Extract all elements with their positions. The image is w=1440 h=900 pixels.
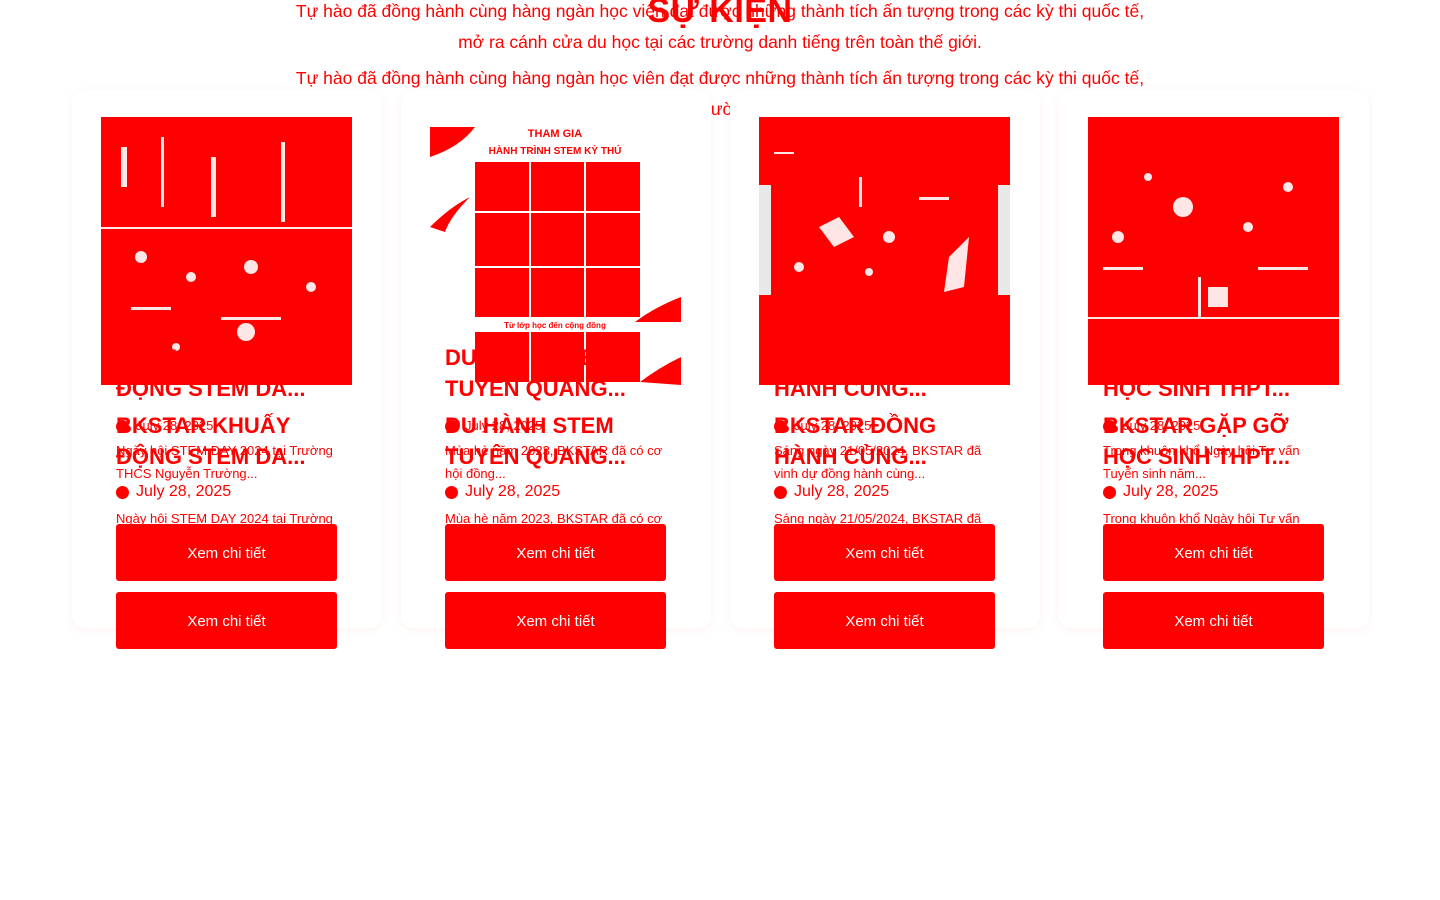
event-description: Trong khuôn khổ Ngày hội Tư vấn Tuyển si… (1103, 511, 1300, 525)
event-title[interactable]: BKSTAR GẶP GỠ HỌC SINH THPT... (1103, 410, 1318, 472)
event-date: July 28, 2025 (116, 482, 231, 502)
event-date-text: July 28, 2025 (465, 483, 561, 500)
event-date-text: July 28, 2025 (136, 483, 232, 500)
event-description: Sáng ngày 21/05/2024, BKSTAR đã vinh dự … (774, 511, 982, 525)
event-title[interactable]: DU HÀNH STEM TUYÊN QUANG... (445, 410, 660, 472)
event-date: July 28, 2025 (1103, 482, 1218, 502)
event-title[interactable]: BKSTAR GẶP GỠ HỌC SINH THPT... (1103, 342, 1318, 404)
view-details-button[interactable]: Xem chi tiết (774, 592, 995, 649)
event-date: July 28, 2025 (445, 482, 560, 502)
event-card-1[interactable]: BKSTAR KHUẤY ĐỘNG STEM DA... July 28, 20… (72, 90, 382, 649)
calendar-dot-icon (445, 485, 458, 499)
event-title[interactable]: DU HÀNH STEM TUYÊN QUANG... (445, 342, 660, 404)
view-details-button[interactable]: Xem chi tiết (774, 524, 995, 581)
calendar-dot-icon (116, 485, 129, 499)
event-date-text: July 28, 2025 (1123, 483, 1219, 500)
view-details-button[interactable]: Xem chi tiết (445, 592, 666, 649)
event-title[interactable]: BKSTAR KHUẤY ĐỘNG STEM DA... (116, 342, 331, 404)
event-title[interactable]: BKSTAR ĐỒNG HÀNH CÙNG... (774, 342, 989, 404)
view-details-button[interactable]: Xem chi tiết (1103, 592, 1324, 649)
section-title: SỰ KIỆN (647, 0, 793, 30)
view-details-button[interactable]: Xem chi tiết (116, 524, 337, 581)
event-date: July 28, 2025 (774, 482, 889, 502)
poster-caption: Từ lớp học đến cộng đồng (504, 321, 606, 330)
event-card-3[interactable]: BKSTAR ĐỒNG HÀNH CÙNG... July 28, 2025 S… (730, 90, 1040, 649)
view-details-button[interactable]: Xem chi tiết (116, 592, 337, 649)
event-title[interactable]: BKSTAR KHUẤY ĐỘNG STEM DA... (116, 410, 331, 472)
event-title[interactable]: BKSTAR ĐỒNG HÀNH CÙNG... (774, 410, 989, 472)
calendar-dot-icon (1103, 485, 1116, 499)
poster-headline: THAM GIA (528, 128, 582, 140)
event-card-4[interactable]: BKSTAR GẶP GỠ HỌC SINH THPT... July 28, … (1059, 90, 1369, 649)
event-description: Mùa hè năm 2023, BKSTAR đã có cơ hội đồn… (445, 511, 663, 525)
events-section: Tự hào đã đồng hành cùng hàng ngàn học v… (0, 0, 1440, 900)
event-date-text: July 28, 2025 (794, 483, 890, 500)
view-details-button[interactable]: Xem chi tiết (445, 524, 666, 581)
event-card-2[interactable]: THAM GIA HÀNH TRÌNH STEM KỲ THÚ Từ lớp h… (401, 90, 711, 649)
event-description: Ngày hội STEM DAY 2024 tại Trường THCS N… (116, 511, 333, 525)
view-details-button[interactable]: Xem chi tiết (1103, 524, 1324, 581)
calendar-dot-icon (774, 485, 787, 499)
subtitle-line-2: mở ra cánh cửa du học tại các trường dan… (458, 32, 982, 52)
poster-headline: HÀNH TRÌNH STEM KỲ THÚ (489, 144, 622, 157)
